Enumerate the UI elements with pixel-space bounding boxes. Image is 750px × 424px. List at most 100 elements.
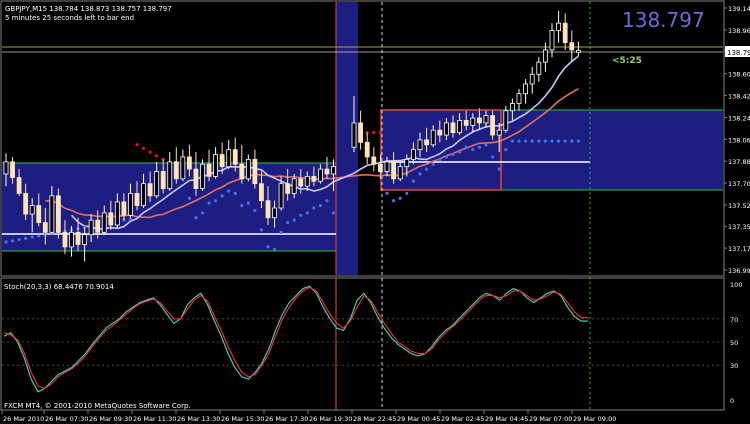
trail-dot — [24, 236, 28, 240]
time-tick-label: 26 Mar 15:30 — [221, 415, 264, 423]
trail-dot — [312, 206, 316, 210]
trail-dot — [491, 155, 495, 159]
stoch-tick-label: 0 — [730, 397, 734, 405]
candle-body — [180, 156, 186, 180]
candle-body — [404, 158, 410, 168]
trail-dot — [385, 191, 389, 196]
candle-body — [167, 161, 173, 189]
trail-dot — [128, 217, 133, 221]
trail-dot — [557, 139, 561, 143]
price-chart-window[interactable]: 139.145 138.965 138.797 138.605 138.425 138.2… — [0, 0, 750, 424]
time-tick-label: 26 Mar 13:30 — [177, 415, 220, 423]
candle-body — [147, 183, 153, 197]
trail-dot — [543, 139, 548, 143]
candle-body — [417, 139, 423, 151]
price-tick-label: 137.170 — [728, 245, 750, 253]
candle-body — [463, 120, 469, 126]
trail-dot — [227, 189, 231, 193]
price-tick-label: 137.705 — [728, 180, 750, 188]
candle-body — [371, 156, 377, 165]
countdown-label: <5:25 — [612, 56, 642, 66]
candle-body — [219, 154, 225, 168]
trail-dot — [4, 240, 8, 244]
candle-body — [16, 177, 22, 194]
candle-body — [160, 171, 166, 189]
trail-dot — [259, 228, 264, 232]
trail-dot — [530, 139, 534, 143]
trail-dot — [517, 139, 521, 143]
trail-dot — [155, 154, 159, 158]
time-tick-label: 26 Mar 2010 — [3, 415, 44, 423]
candle-body — [298, 178, 304, 187]
trail-dot — [286, 220, 290, 225]
trail-dot — [30, 235, 34, 239]
trail-dot — [279, 230, 283, 234]
time-tick-label: 29 Mar 00:45 — [397, 415, 440, 423]
candle-body — [509, 103, 515, 112]
candle-body — [49, 195, 55, 233]
candle-body — [213, 154, 219, 177]
trail-dot — [431, 162, 435, 166]
candle-body — [272, 207, 277, 219]
candle-body — [358, 122, 364, 143]
candle-body — [324, 168, 330, 175]
trail-dot — [272, 247, 277, 251]
price-tick-label: 137.885 — [728, 158, 750, 166]
trail-dot — [524, 139, 528, 143]
candle-body — [377, 163, 383, 172]
candle-body — [42, 222, 48, 233]
candle-body — [576, 49, 581, 53]
trail-dot — [570, 139, 574, 143]
stoch-label: Stoch(20,3,3) 68.4476 70.9014 — [4, 283, 114, 291]
candle-body — [496, 129, 502, 136]
candle-body — [23, 193, 29, 215]
copyright-text: FXCM MT4, © 2001-2010 MetaQuotes Softwar… — [4, 402, 191, 410]
candle-body — [75, 231, 81, 245]
candle-body — [259, 183, 264, 202]
candle-body — [226, 149, 232, 168]
trail-dot — [135, 143, 139, 147]
stoch-tick-label: 30 — [730, 362, 738, 370]
candle-body — [397, 166, 403, 180]
candle-body — [62, 231, 68, 248]
time-tick-label: 26 Mar 09:30 — [89, 415, 132, 423]
candle-body — [483, 115, 489, 124]
trail-dot — [451, 152, 455, 157]
candle-body — [562, 22, 568, 44]
candle-body — [476, 117, 482, 124]
candle-body — [384, 161, 390, 172]
price-tick-label: 137.350 — [728, 223, 750, 231]
trail-dot — [246, 201, 250, 205]
candle-body — [516, 93, 522, 104]
candle-body — [173, 161, 179, 180]
time-tick-label: 26 Mar 19:30 — [309, 415, 352, 423]
trail-dot — [537, 139, 541, 143]
price-tick-label: 137.525 — [728, 202, 750, 210]
candle-body — [239, 163, 245, 180]
candle-body — [245, 158, 251, 180]
symbol-info: GBPJPY,M15 138.784 138.873 138.757 138.7… — [5, 5, 172, 13]
time-tick-label: 26 Mar 17:30 — [265, 415, 308, 423]
time-tick-label: 26 Mar 11:30 — [133, 415, 176, 423]
stoch-tick-label: 100 — [730, 281, 742, 289]
trail-dot — [550, 139, 554, 143]
candle-body — [69, 231, 74, 248]
candle-body — [141, 183, 146, 206]
candle-body — [523, 83, 528, 95]
price-tick-label: 138.605 — [728, 71, 750, 79]
candle-body — [424, 139, 430, 146]
stoch-tick-label: 70 — [730, 316, 738, 324]
candle-body — [154, 171, 160, 197]
trail-dot — [497, 167, 501, 171]
trail-dot — [233, 191, 237, 196]
time-tick-label: 29 Mar 09:00 — [573, 415, 616, 423]
trail-dot — [576, 139, 581, 143]
candle-body — [114, 201, 120, 226]
candle-body — [95, 219, 101, 233]
candle-body — [121, 201, 127, 216]
candle-body — [391, 161, 397, 180]
candle-body — [317, 168, 323, 182]
candle-body — [29, 205, 35, 215]
candle-body — [285, 183, 291, 194]
candle-body — [36, 205, 42, 223]
